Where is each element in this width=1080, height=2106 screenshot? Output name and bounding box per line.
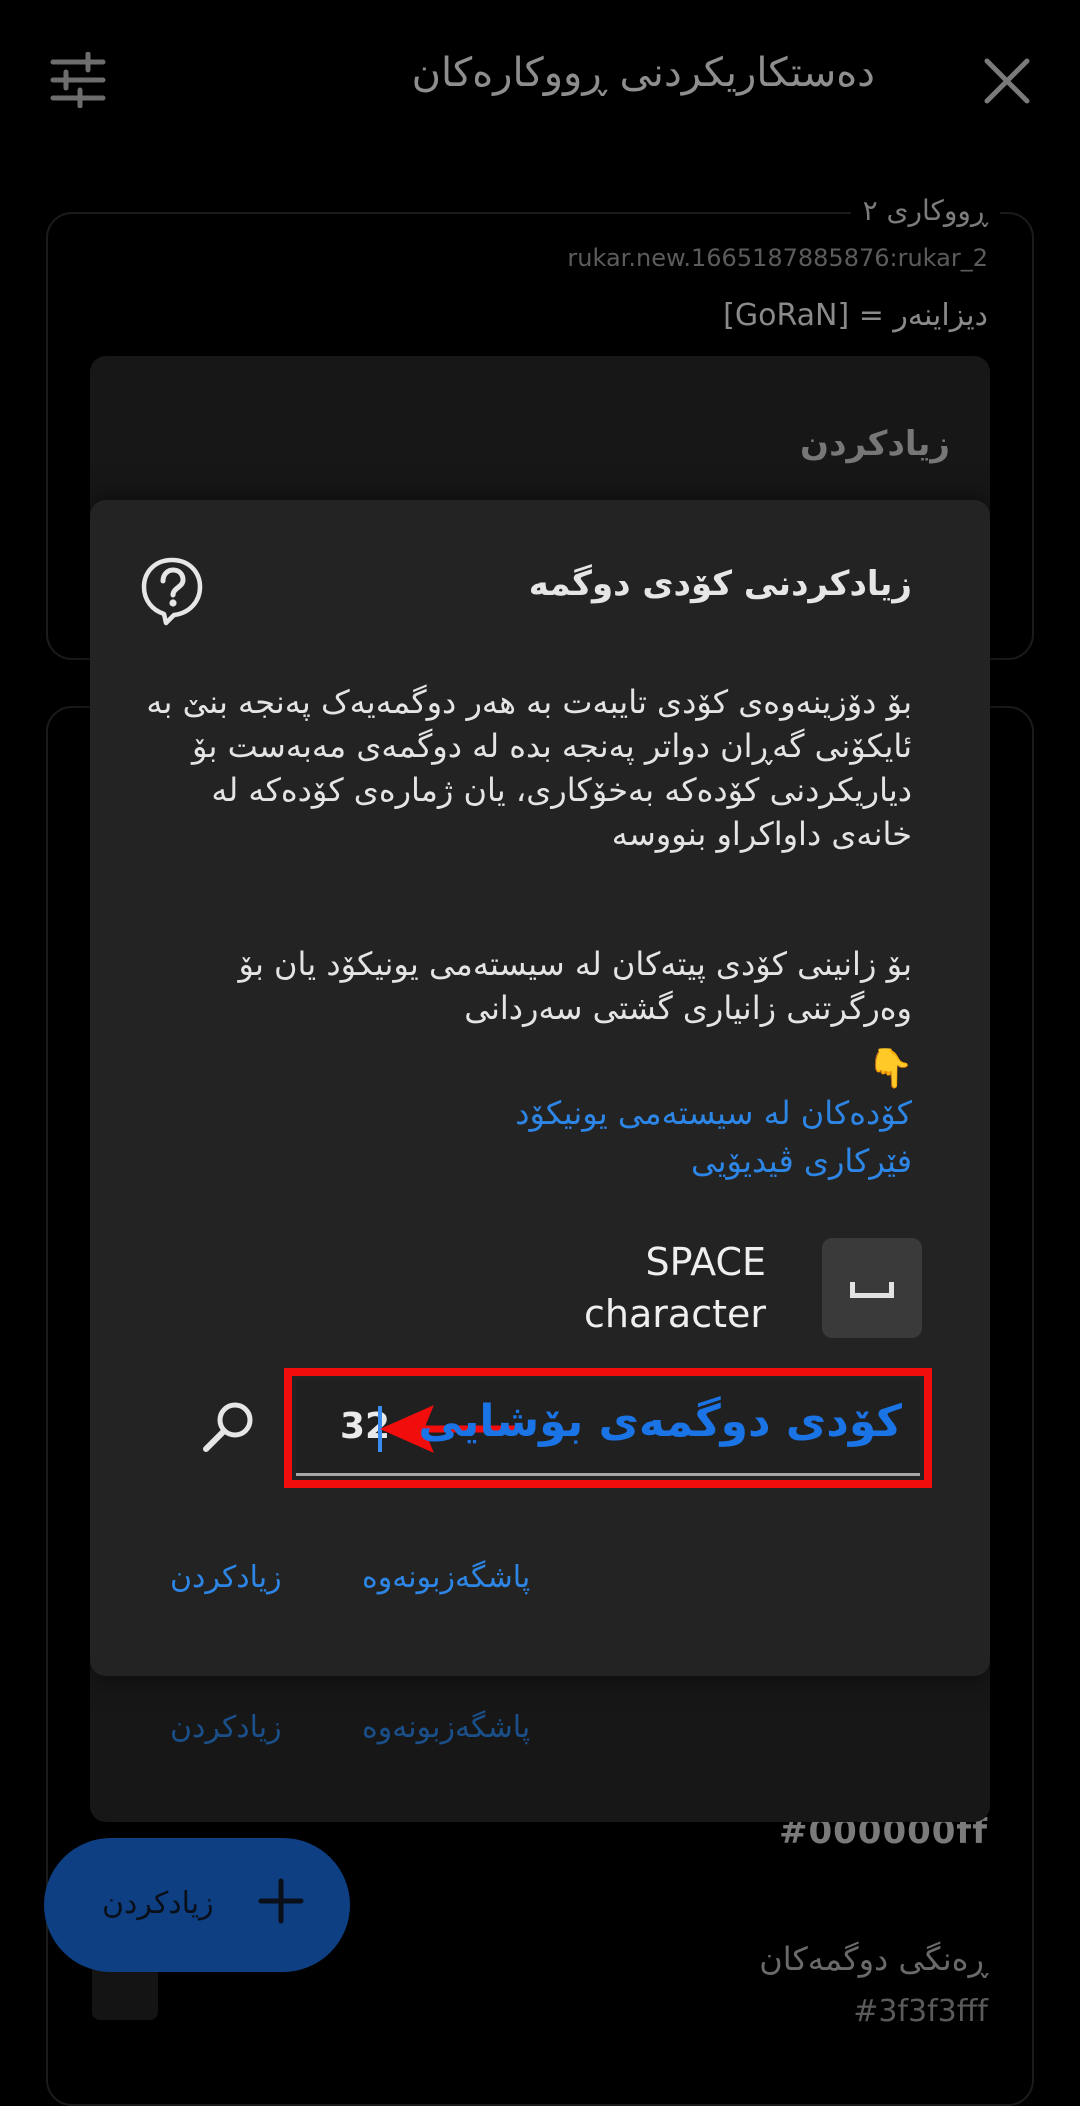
character-name-line-2: character <box>584 1292 766 1336</box>
key-colors-label: ڕەنگی دوگمەکان <box>759 1940 988 1978</box>
info-paragraph: بۆ زانینی کۆدی پیتەکان لە سیستەمی یونیکۆ… <box>142 942 912 1030</box>
fab-label: زیادکردن <box>102 1886 214 1921</box>
key-color-value: #3f3f3fff <box>853 1994 988 2029</box>
unicode-codes-link[interactable]: کۆدەکان لە سیستەمی یونیکۆد <box>515 1094 912 1132</box>
top-bar: دەستکاریکردنی ڕووکارەکان <box>0 0 1080 160</box>
cancel-button[interactable]: پاشگەزبونەوە <box>362 1560 530 1595</box>
character-name-line-1: SPACE <box>645 1240 766 1284</box>
add-key-code-dialog <box>90 500 990 1676</box>
instructions-text: بۆ دۆزینەوەی کۆدی تایبەت بە هەر دوگمەیەک… <box>146 683 912 853</box>
page-title: دەستکاریکردنی ڕووکارەکان <box>411 50 875 96</box>
card-id: rukar.new.1665187885876:rukar_2 <box>567 244 988 272</box>
card-title: ڕووکاری ٢ <box>850 194 1000 227</box>
annotation-label: کۆدی دوگمەی بۆشایی <box>418 1396 902 1447</box>
dialog-title: زیادکردنی کۆدی دوگمە <box>528 564 912 604</box>
close-icon[interactable] <box>982 56 1032 106</box>
add-dialog-add-button[interactable]: زیادکردن <box>170 1710 282 1745</box>
character-name: SPACE character <box>584 1236 766 1340</box>
search-icon[interactable] <box>200 1398 258 1456</box>
space-key-icon <box>850 1282 894 1298</box>
add-button[interactable]: زیادکردن <box>170 1560 282 1595</box>
sliders-icon[interactable] <box>50 51 106 109</box>
video-tutorial-link[interactable]: فێرکاری ڤیدیۆیی <box>691 1142 912 1180</box>
pointing-down-emoji: 👇 <box>866 1046 914 1090</box>
help-bubble-icon[interactable] <box>140 556 204 626</box>
plus-icon <box>258 1878 304 1924</box>
add-dialog-title: زیادکردن <box>800 424 950 464</box>
add-dialog-cancel-button[interactable]: پاشگەزبونەوە <box>362 1710 530 1745</box>
designer-line: دیزاینەر = [GoRaN] <box>723 298 988 333</box>
instructions-paragraph: بۆ دۆزینەوەی کۆدی تایبەت بە هەر دوگمەیەک… <box>142 680 912 856</box>
info-text: بۆ زانینی کۆدی پیتەکان لە سیستەمی یونیکۆ… <box>238 945 912 1027</box>
